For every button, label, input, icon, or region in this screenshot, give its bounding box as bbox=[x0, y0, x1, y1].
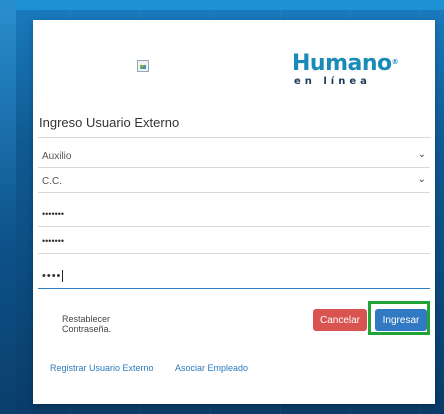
associate-employee-link[interactable]: Asociar Empleado bbox=[175, 363, 248, 373]
document-number-value: ••••••• bbox=[42, 209, 65, 219]
register-external-user-link[interactable]: Registrar Usuario Externo bbox=[50, 363, 154, 373]
login-button[interactable]: Ingresar bbox=[375, 309, 427, 331]
text-caret bbox=[62, 270, 64, 283]
logo-tagline: en línea bbox=[294, 76, 371, 87]
broken-image-icon bbox=[137, 60, 149, 72]
chevron-down-icon: ⌄ bbox=[417, 149, 426, 160]
document-number-field[interactable]: ••••••• bbox=[38, 204, 430, 227]
password-value: •••• bbox=[42, 270, 64, 283]
username-value: ••••••• bbox=[42, 236, 65, 246]
reset-password-link[interactable]: Restablecer Contraseña. bbox=[62, 314, 132, 334]
password-field[interactable]: •••• bbox=[38, 266, 430, 289]
document-type-select[interactable]: C.C. ⌄ bbox=[38, 170, 430, 193]
login-card: Humano® en línea Ingreso Usuario Externo… bbox=[33, 20, 435, 404]
form-title: Ingreso Usuario Externo bbox=[39, 115, 180, 130]
user-type-select-value: Auxilio bbox=[42, 151, 72, 162]
user-type-select[interactable]: Auxilio ⌄ bbox=[38, 145, 430, 168]
document-type-select-value: C.C. bbox=[42, 176, 62, 187]
cancel-button[interactable]: Cancelar bbox=[313, 309, 367, 331]
title-divider bbox=[38, 137, 431, 138]
humano-logo: Humano® en línea bbox=[292, 52, 399, 92]
chevron-down-icon: ⌄ bbox=[417, 174, 426, 185]
logo-text: Humano bbox=[292, 51, 392, 76]
page-background-edge bbox=[0, 0, 16, 414]
username-field[interactable]: ••••••• bbox=[38, 231, 430, 254]
logo-registered-mark: ® bbox=[391, 58, 399, 66]
